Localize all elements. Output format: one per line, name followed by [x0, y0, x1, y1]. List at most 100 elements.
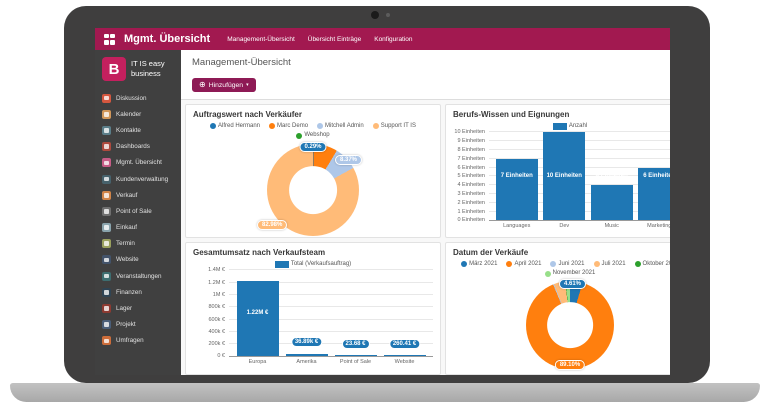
bar[interactable]: 4 Einheiten	[591, 185, 633, 220]
donut-chart[interactable]: 0.29%8.37%82.98%	[193, 141, 433, 239]
sidebar-item-label: Point of Sale	[116, 208, 152, 215]
bar[interactable]: 7 Einheiten	[496, 159, 538, 221]
legend-item[interactable]: Marc Demo	[269, 122, 308, 130]
sidebar-item-kundenverwaltung[interactable]: Kundenverwaltung	[102, 171, 174, 187]
legend-item[interactable]: Mitchell Admin	[317, 122, 364, 130]
legend-item[interactable]: Juli 2021	[594, 260, 626, 268]
inventory-icon	[102, 304, 111, 313]
x-axis: LanguagesDevMusicMarketing	[489, 221, 670, 229]
company-logo[interactable]: B IT IS easy business	[102, 57, 174, 81]
sidebar-item-dashboards[interactable]: Dashboards	[102, 139, 174, 155]
legend-swatch-icon	[317, 123, 323, 129]
sidebar-item-website[interactable]: Website	[102, 252, 174, 268]
legend-label: April 2021	[514, 260, 541, 268]
webcam-led-icon	[386, 13, 390, 17]
survey-icon	[102, 336, 111, 345]
sidebar-item-termin[interactable]: Termin	[102, 236, 174, 252]
legend-swatch-icon	[506, 261, 512, 267]
bar-column[interactable]: 36.89k €	[286, 270, 328, 356]
bar[interactable]: 1.22M €	[237, 281, 279, 356]
bar-value-label: 1.22M €	[247, 310, 269, 316]
legend-item[interactable]: Juni 2021	[550, 260, 584, 268]
bar-chart[interactable]: 1.4M €1.2M €1M €800k €600k €400k €200k €…	[193, 270, 433, 365]
bar[interactable]	[335, 355, 377, 356]
legend-item[interactable]: Alfred Hermann	[210, 122, 260, 130]
plus-circle-icon: ⊕	[199, 81, 206, 89]
legend-item[interactable]: Webshop	[296, 131, 329, 139]
website-icon	[102, 255, 111, 264]
donut-chart[interactable]: 4.61%89.10%	[453, 279, 670, 371]
legend-item[interactable]: Oktober 2021	[635, 260, 670, 268]
legend-label: November 2021	[553, 269, 596, 277]
bars: 7 Einheiten10 Einheiten4 Einheiten6 Einh…	[489, 132, 670, 220]
chat-icon	[102, 94, 111, 103]
legend-item[interactable]: Total (Verkaufsauftrag)	[275, 260, 351, 268]
x-tick-label: Music	[591, 223, 633, 229]
app-title[interactable]: Mgmt. Übersicht	[124, 33, 210, 45]
bar-column[interactable]: 7 Einheiten	[496, 132, 538, 220]
legend-item[interactable]: November 2021	[545, 269, 596, 277]
add-button-label: Hinzufügen	[209, 82, 243, 89]
y-tick-label: 10 Einheiten	[454, 129, 485, 135]
sidebar-item-verkauf[interactable]: Verkauf	[102, 187, 174, 203]
events-icon	[102, 272, 111, 281]
laptop-base	[10, 383, 760, 402]
y-axis: 10 Einheiten9 Einheiten8 Einheiten7 Einh…	[453, 132, 489, 220]
sidebar-item-mgmt-übersicht[interactable]: Mgmt. Übersicht	[102, 155, 174, 171]
slice-percentage-label: 8.37%	[335, 155, 362, 165]
bar-column[interactable]: 260.41 €	[384, 270, 426, 356]
dashboard: Auftragswert nach Verkäufer Alfred Herma…	[181, 99, 670, 375]
sidebar-item-label: Kontakte	[116, 127, 141, 134]
legend-swatch-icon	[296, 133, 302, 139]
top-menu-übersicht-einträge[interactable]: Übersicht Einträge	[308, 36, 361, 43]
add-button[interactable]: ⊕ Hinzufügen ▾	[192, 78, 256, 92]
legend-item[interactable]: Anzahl	[553, 122, 587, 130]
top-menu-konfiguration[interactable]: Konfiguration	[374, 36, 412, 43]
bar-column[interactable]: 6 Einheiten	[638, 132, 670, 220]
sidebar-item-point-of-sale[interactable]: Point of Sale	[102, 203, 174, 219]
card-berufs-wissen-und-eignungen: Berufs-Wissen und Eignungen Anzahl 10 Ei…	[445, 104, 670, 238]
sales-icon	[102, 191, 111, 200]
bar-chart[interactable]: 10 Einheiten9 Einheiten8 Einheiten7 Einh…	[453, 132, 670, 229]
sidebar-item-kalender[interactable]: Kalender	[102, 106, 174, 122]
legend-item[interactable]: März 2021	[461, 260, 497, 268]
plot-area: 1.22M € 36.89k €23.68 €260.41 €	[229, 270, 433, 357]
x-tick-label: Marketing	[638, 223, 670, 229]
top-menu-management-übersicht[interactable]: Management-Übersicht	[227, 36, 295, 43]
sidebar-item-projekt[interactable]: Projekt	[102, 317, 174, 333]
legend-item[interactable]: Support IT IS	[373, 122, 416, 130]
sidebar-item-lager[interactable]: Lager	[102, 300, 174, 316]
bar-column[interactable]: 1.22M €	[237, 270, 279, 356]
bar[interactable]: 10 Einheiten	[543, 132, 585, 220]
sidebar-item-einkauf[interactable]: Einkauf	[102, 220, 174, 236]
sidebar-item-umfragen[interactable]: Umfragen	[102, 333, 174, 349]
sidebar-item-veranstaltungen[interactable]: Veranstaltungen	[102, 268, 174, 284]
card-title: Datum der Verkäufe	[453, 248, 670, 257]
laptop-mockup: Mgmt. Übersicht Management-Übersicht Über…	[0, 0, 770, 402]
sidebar-item-diskussion[interactable]: Diskussion	[102, 90, 174, 106]
x-tick-label: Europa	[237, 359, 279, 365]
bar[interactable]	[286, 354, 328, 356]
sidebar-item-kontakte[interactable]: Kontakte	[102, 122, 174, 138]
y-tick-label: 1.4M €	[208, 267, 225, 273]
legend-label: Marc Demo	[277, 122, 308, 130]
chart-legend: Alfred Hermann Marc Demo Mitchell Admin Sup…	[193, 122, 433, 140]
y-tick-label: 1M €	[213, 292, 225, 298]
bar-column[interactable]: 10 Einheiten	[543, 132, 585, 220]
card-title: Auftragswert nach Verkäufer	[193, 110, 433, 119]
sidebar-item-label: Website	[116, 256, 139, 263]
chart-legend: Anzahl	[453, 122, 670, 130]
legend-item[interactable]: April 2021	[506, 260, 541, 268]
sidebar-item-finanzen[interactable]: Finanzen	[102, 284, 174, 300]
y-tick-label: 200k €	[208, 341, 225, 347]
legend-label: März 2021	[469, 260, 497, 268]
card-title: Gesamtumsatz nach Verkaufsteam	[193, 248, 433, 257]
bar-column[interactable]: 23.68 €	[335, 270, 377, 356]
legend-swatch-icon	[210, 123, 216, 129]
top-menu: Management-Übersicht Übersicht Einträge Ko…	[227, 36, 412, 43]
bar[interactable]: 6 Einheiten	[638, 168, 670, 221]
bar[interactable]	[384, 355, 426, 356]
contacts-icon	[102, 126, 111, 135]
bar-column[interactable]: 4 Einheiten	[591, 132, 633, 220]
apps-grid-icon[interactable]	[104, 34, 115, 45]
